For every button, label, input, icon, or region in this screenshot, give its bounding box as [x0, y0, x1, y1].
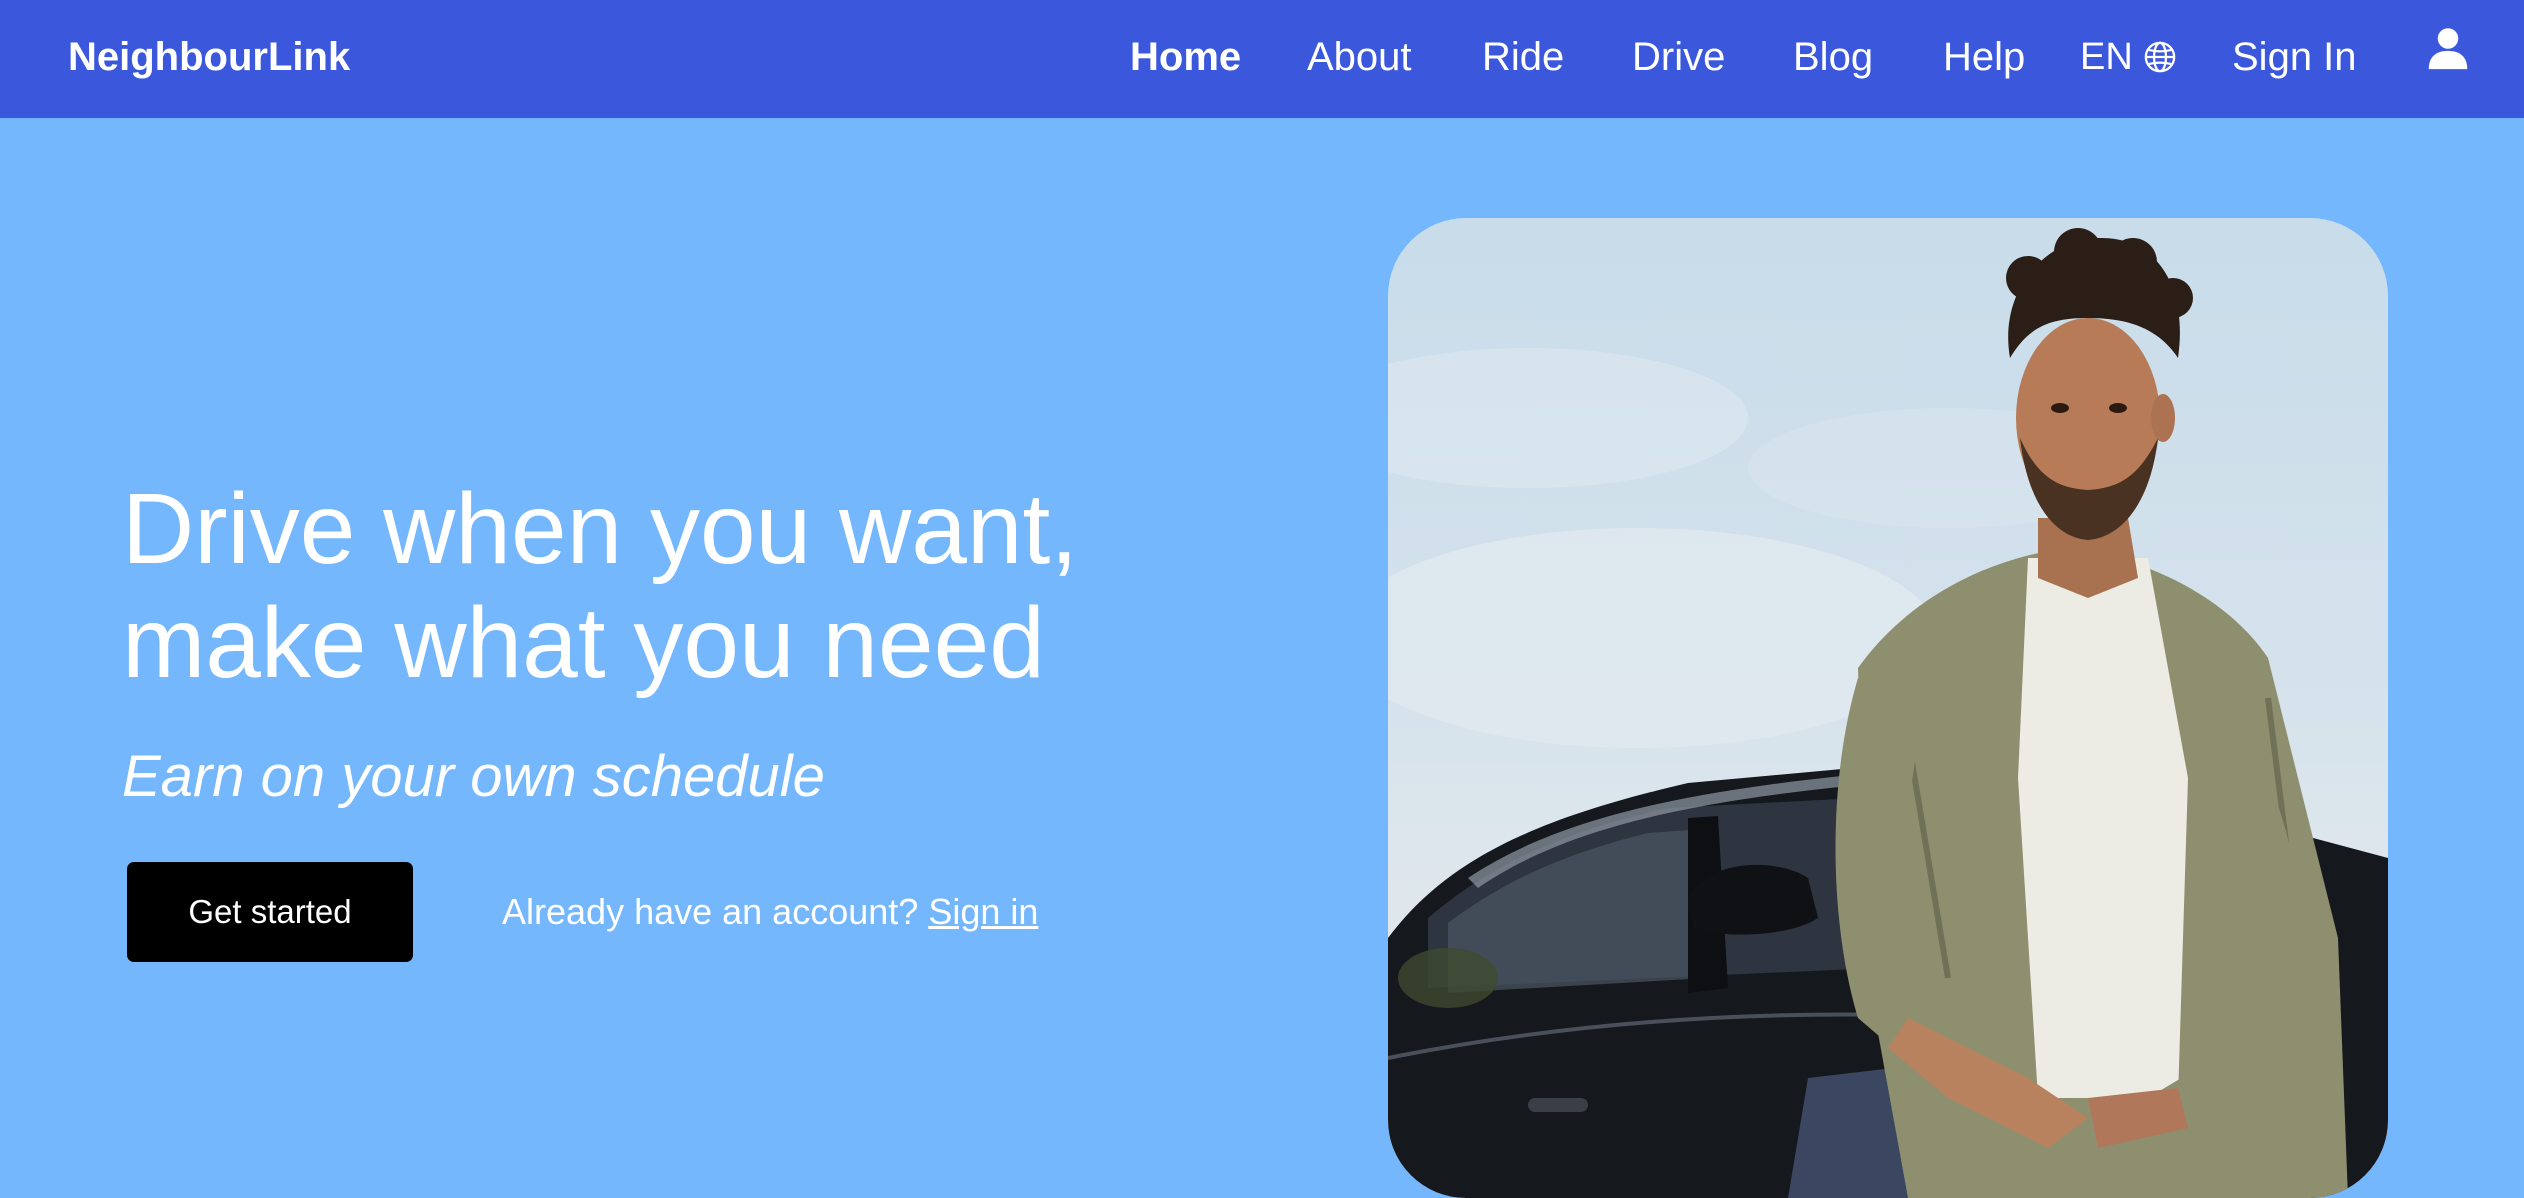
hero-subtitle: Earn on your own schedule	[122, 744, 825, 809]
globe-icon	[2144, 41, 2176, 73]
nav-link-ride[interactable]: Ride	[1482, 0, 1564, 114]
nav-link-home[interactable]: Home	[1130, 0, 1241, 114]
hero-title-line-1: Drive when you want,	[122, 473, 1079, 585]
nav-sign-in-link[interactable]: Sign In	[2232, 0, 2357, 114]
hero-driver-photo	[1388, 218, 2388, 1198]
hero-title: Drive when you want, make what you need	[122, 472, 1222, 700]
sign-in-link[interactable]: Sign in	[928, 891, 1038, 932]
account-prompt: Already have an account? Sign in	[502, 884, 1038, 940]
top-navbar: NeighbourLink Home About Ride Drive Blog…	[0, 0, 2524, 118]
language-selector[interactable]: EN	[2080, 0, 2177, 114]
nav-link-blog[interactable]: Blog	[1793, 0, 1873, 114]
nav-link-help[interactable]: Help	[1943, 0, 2025, 114]
driver-illustration	[1388, 228, 2388, 1198]
account-prompt-text: Already have an account?	[502, 891, 919, 932]
brand-logo[interactable]: NeighbourLink	[68, 0, 350, 114]
language-label: EN	[2080, 35, 2133, 78]
nav-link-about[interactable]: About	[1307, 0, 1412, 114]
get-started-button[interactable]: Get started	[127, 862, 413, 962]
nav-link-drive[interactable]: Drive	[1632, 0, 1725, 114]
user-icon[interactable]	[2426, 26, 2470, 70]
hero-title-line-2: make what you need	[122, 587, 1045, 699]
